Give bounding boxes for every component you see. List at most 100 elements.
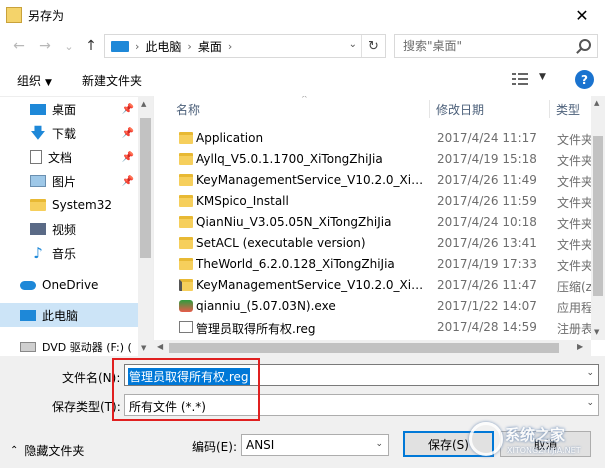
column-divider[interactable] [549,100,550,118]
watermark-subtext: XITONGZHIJIA.NET [507,446,581,455]
organize-label: 组织 [17,73,42,88]
nav-item-this-pc[interactable]: 此电脑 [0,303,140,327]
file-row[interactable]: qianniu_(5.07.03N).exe 2017/1/22 14:07 应… [154,296,593,317]
file-name: QianNiu_V3.05.05N_XiTongZhiJia [196,215,392,229]
help-button[interactable]: ? [575,70,594,89]
nav-scrollbar-thumb[interactable] [140,118,151,258]
nav-scrollbar[interactable]: ▲ ▼ [138,96,153,356]
scroll-left-icon[interactable]: ◀ [157,342,163,351]
file-type: 注册表项 [557,322,593,336]
column-header-type[interactable]: 类型 [556,96,596,122]
pin-icon: 📌 [121,127,134,139]
view-options-icon[interactable] [512,73,530,87]
watermark: 系统之家 XITONGZHIJIA.NET [463,416,603,466]
highlight-box [112,358,260,421]
close-button[interactable]: ✕ [559,0,605,30]
download-icon: 🡇 [30,124,46,142]
picture-icon [30,175,46,187]
file-row[interactable]: TheWorld_6.2.0.128_XiTongZhiJia 2017/4/1… [154,254,593,275]
scroll-right-icon[interactable]: ▶ [577,342,583,351]
chevron-down-icon[interactable]: ⌄ [586,398,594,408]
encoding-label: 编码(E): [192,440,237,454]
file-name: KMSpico_Install [196,194,289,208]
nav-item-system32[interactable]: System32 [0,193,140,217]
file-type: 文件夹 [557,217,593,231]
file-date: 2017/4/28 14:59 [437,320,537,334]
dvd-icon [20,342,36,352]
chevron-down-icon[interactable]: ⌄ [586,368,594,378]
file-name: qianniu_(5.07.03N).exe [196,299,336,313]
address-row: ← → ⌄ ↑ › 此电脑 › 桌面 › ⌄ ↻ [0,30,605,62]
nav-item-downloads[interactable]: 🡇 下载 📌 [0,121,140,145]
search-box[interactable] [394,34,598,58]
folder-icon [179,216,193,228]
pin-icon: 📌 [121,175,134,187]
file-list[interactable]: 名称 ^ 修改日期 类型 Application 2017/4/24 11:17… [153,96,605,340]
column-header-name[interactable]: 名称 ^ [176,96,426,122]
back-button[interactable]: ← [10,37,28,55]
pin-icon: 📌 [121,151,134,163]
breadcrumb-item-this-pc[interactable]: 此电脑 [145,38,181,55]
caret-down-icon[interactable]: ▼ [539,72,546,82]
file-row[interactable]: Ayllq_V5.0.1.1700_XiTongZhiJia 2017/4/19… [154,149,593,170]
encoding-select[interactable]: ANSI ⌄ [241,434,389,456]
file-row[interactable]: 管理员取得所有权.reg 2017/4/28 14:59 注册表项 [154,317,593,338]
organize-button[interactable]: 组织 ▼ [17,72,52,89]
nav-item-label: OneDrive [42,278,99,292]
sort-up-icon: ^ [301,96,308,103]
vertical-scrollbar-thumb[interactable] [593,136,603,296]
file-row[interactable]: Application 2017/4/24 11:17 文件夹 [154,128,593,149]
scroll-up-icon[interactable]: ▲ [141,100,146,108]
file-row[interactable]: KMSpico_Install 2017/4/26 11:59 文件夹 [154,191,593,212]
nav-item-music[interactable]: ♪ 音乐 [0,241,140,265]
file-type: 文件夹 [557,238,593,252]
search-input[interactable] [395,35,565,57]
column-divider[interactable] [429,100,430,118]
up-button[interactable]: ↑ [82,37,100,55]
breadcrumb-item-desktop[interactable]: 桌面 [198,38,222,55]
file-name: 管理员取得所有权.reg [196,322,316,336]
chevron-down-icon[interactable]: ⌄ [375,439,383,449]
breadcrumb[interactable]: › 此电脑 › 桌面 › ⌄ ↻ [104,34,386,58]
scroll-up-icon[interactable]: ▲ [594,99,599,107]
refresh-button[interactable]: ↻ [361,35,385,57]
nav-item-documents[interactable]: 文档 📌 [0,145,140,169]
file-list-horizontal-scrollbar[interactable]: ◀ ▶ [153,340,591,356]
chevron-right-icon: › [227,39,233,53]
nav-item-dvd-drive[interactable]: DVD 驱动器 (F:) ( [0,335,140,356]
file-row[interactable]: KeyManagementService_V10.2.0_XitongZhiJi… [154,170,593,191]
music-icon: ♪ [33,244,43,262]
caret-up-icon: ⌃ [10,445,19,456]
file-row[interactable]: SetACL (executable version) 2017/4/26 13… [154,233,593,254]
file-date: 2017/4/24 11:17 [437,131,537,145]
file-row[interactable]: QianNiu_V3.05.05N_XiTongZhiJia 2017/4/24… [154,212,593,233]
folder-icon [30,199,46,211]
file-date: 2017/4/24 10:18 [437,215,537,229]
hide-folders-label: 隐藏文件夹 [24,444,85,458]
folder-icon [179,195,193,207]
scroll-down-icon[interactable]: ▼ [594,328,599,336]
nav-item-videos[interactable]: 视频 [0,217,140,241]
nav-item-desktop[interactable]: 桌面 📌 [0,97,140,121]
chevron-right-icon: › [135,39,140,53]
hide-folders-toggle[interactable]: ⌃ 隐藏文件夹 [10,442,84,459]
forward-button[interactable]: → [36,37,54,55]
column-header-date[interactable]: 修改日期 [436,96,546,122]
chevron-down-icon[interactable]: ⌄ [349,39,357,50]
file-type: 应用程序 [557,301,593,315]
scroll-down-icon[interactable]: ▼ [141,344,146,352]
search-icon[interactable] [579,39,591,51]
nav-item-onedrive[interactable]: OneDrive [0,273,140,297]
pin-icon: 📌 [121,103,134,115]
new-folder-button[interactable]: 新建文件夹 [82,72,142,89]
file-date: 2017/4/26 11:59 [437,194,537,208]
file-list-vertical-scrollbar[interactable]: ▲ ▼ [591,96,605,340]
file-row[interactable]: KeyManagementService_V10.2.0_XitongZhiJi… [154,275,593,296]
file-date: 2017/4/19 17:33 [437,257,537,271]
window-title: 另存为 [28,8,65,23]
nav-item-pictures[interactable]: 图片 📌 [0,169,140,193]
recent-locations-button[interactable]: ⌄ [60,37,78,55]
folder-icon [179,153,193,165]
horizontal-scrollbar-thumb[interactable] [169,343,559,353]
navigation-pane[interactable]: 桌面 📌 🡇 下载 📌 文档 📌 图片 📌 System32 视频 ♪ 音乐 O… [0,96,153,356]
